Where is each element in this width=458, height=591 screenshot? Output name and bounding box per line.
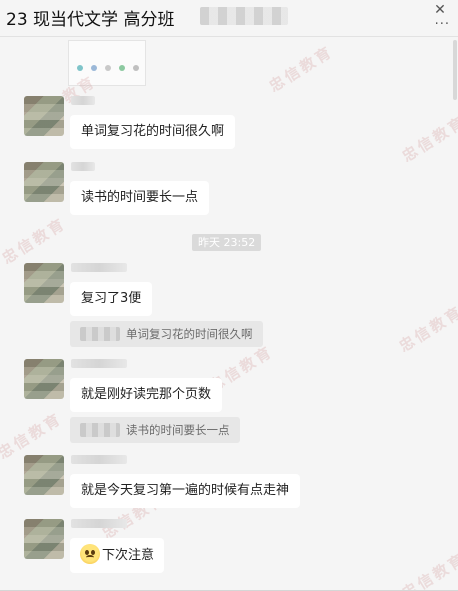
avatar[interactable] [24, 263, 64, 303]
title-bar: 23 现当代文学 高分班 ✕ ··· [0, 0, 458, 37]
watermark: 忠信教育 [398, 549, 458, 591]
quoted-text: 读书的时间要长一点 [126, 423, 230, 437]
chat-window: 23 现当代文学 高分班 ✕ ··· 忠信教育 忠信教育 忠信教育 忠信教育 忠… [0, 0, 458, 591]
sender-name [71, 519, 127, 528]
sender-name [71, 263, 127, 272]
message-bubble[interactable]: 单词复习花的时间很久啊 [70, 115, 236, 149]
avatar[interactable] [24, 96, 64, 136]
watermark: 忠信教育 [398, 112, 458, 166]
watermark: 忠信教育 [0, 214, 70, 268]
watermark: 忠信教育 [395, 302, 458, 356]
message-bubble[interactable]: 复习了3便 [70, 282, 153, 316]
avatar[interactable] [24, 162, 64, 202]
sender-name [71, 359, 127, 368]
message-text: 下次注意 [102, 548, 155, 563]
blurred-title-suffix [200, 7, 288, 25]
quoted-sender-name [80, 326, 120, 341]
avatar[interactable] [24, 519, 64, 559]
sender-name [71, 162, 95, 171]
image-thumbnail[interactable] [68, 40, 146, 86]
quoted-text: 单词复习花的时间很久啊 [126, 327, 253, 341]
timestamp-divider: 昨天 23:52 [192, 234, 262, 251]
message-bubble[interactable]: 就是今天复习第一遍的时候有点走神 [70, 474, 301, 508]
worried-face-icon [80, 544, 100, 564]
sender-name [71, 455, 127, 464]
chat-title: 23 现当代文学 高分班 [6, 10, 175, 30]
message-bubble[interactable]: 读书的时间要长一点 [70, 181, 210, 215]
watermark: 忠信教育 [265, 42, 337, 96]
close-button[interactable]: ✕ [432, 2, 448, 18]
quoted-message[interactable]: 单词复习花的时间很久啊 [70, 321, 263, 347]
quoted-sender-name [80, 422, 120, 437]
scrollbar-thumb[interactable] [453, 40, 457, 100]
quoted-message[interactable]: 读书的时间要长一点 [70, 417, 240, 443]
avatar[interactable] [24, 455, 64, 495]
message-bubble[interactable]: 下次注意 [70, 538, 165, 573]
message-bubble[interactable]: 就是刚好读完那个页数 [70, 378, 223, 412]
sender-name [71, 96, 95, 105]
more-options-button[interactable]: ··· [435, 17, 450, 32]
avatar[interactable] [24, 359, 64, 399]
